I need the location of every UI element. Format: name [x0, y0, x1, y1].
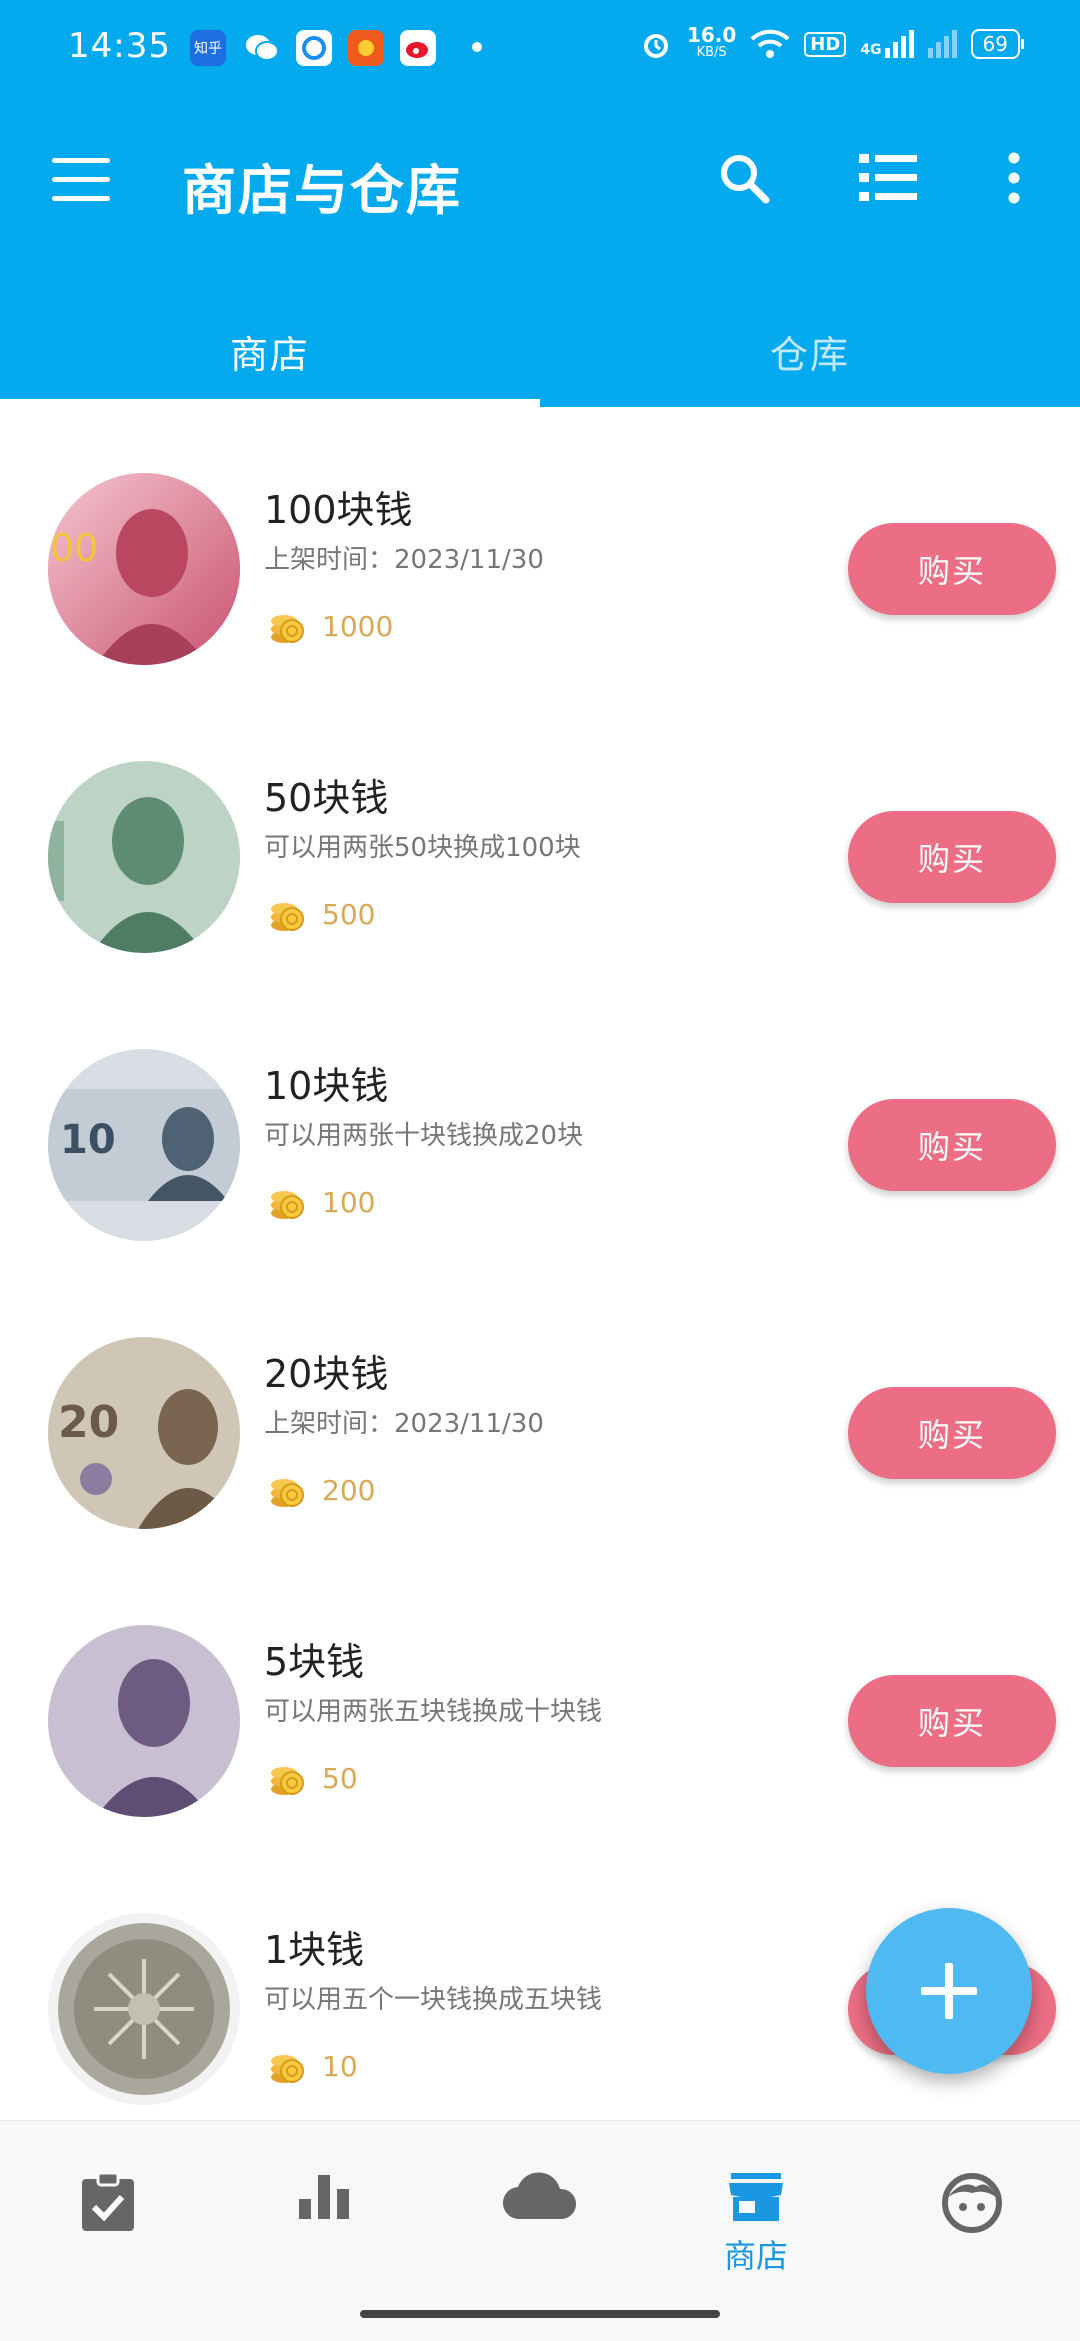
- item-price: 10: [322, 2049, 358, 2083]
- app-bar: 商店与仓库: [0, 96, 1080, 266]
- weibo-icon: [400, 30, 436, 66]
- item-price-row: 100: [270, 1183, 375, 1221]
- item-thumbnail: 20: [48, 1337, 240, 1529]
- buy-button[interactable]: 购买: [848, 523, 1056, 615]
- task-check-icon: [82, 2171, 134, 2231]
- coin-icon: [271, 1479, 304, 1507]
- item-desc: 上架时间：2023/11/30: [264, 1409, 544, 1439]
- alarm-icon: [643, 34, 668, 58]
- add-item-fab[interactable]: [866, 1908, 1032, 2074]
- zhihu-label: 知乎: [194, 41, 222, 57]
- bottom-nav: 商店: [0, 2120, 1080, 2341]
- list-item[interactable]: 20 20块钱 上架时间：2023/11/30 200 购买: [0, 1271, 1080, 1559]
- buy-button[interactable]: 购买: [848, 1387, 1056, 1479]
- item-price-row: 10: [270, 2047, 358, 2085]
- page-title: 商店与仓库: [182, 159, 462, 222]
- item-price: 500: [322, 897, 376, 931]
- wifi-icon: [750, 29, 790, 58]
- item-thumbnail: 00: [48, 473, 240, 665]
- cloud-icon: [502, 2172, 577, 2220]
- list-item[interactable]: 50块钱 可以用两张50块换成100块 500 购买: [0, 695, 1080, 983]
- coin-icon: [271, 1191, 304, 1219]
- nav-shop[interactable]: 商店: [696, 2171, 816, 2281]
- nav-cloud[interactable]: [480, 2171, 600, 2281]
- coin-icon: [271, 903, 304, 931]
- search-icon[interactable]: [708, 142, 780, 214]
- taobao-icon: [348, 30, 384, 66]
- more-vert-icon[interactable]: [978, 142, 1050, 214]
- item-price: 200: [322, 1473, 376, 1507]
- network-speed: 16.0 KB/S: [686, 23, 737, 62]
- menu-icon[interactable]: [52, 158, 112, 202]
- status-right: 16.0 KB/S HD 4G 69: [639, 23, 1025, 62]
- item-thumbnail: [48, 1625, 240, 1817]
- battery-indicator: 69: [970, 29, 1025, 59]
- item-price: 100: [322, 1185, 376, 1219]
- item-thumbnail: [48, 1913, 240, 2105]
- svg-text:10: 10: [60, 1117, 116, 1163]
- nav-tasks[interactable]: [48, 2171, 168, 2281]
- item-name: 20块钱: [264, 1352, 389, 1396]
- nav-shop-label: 商店: [723, 2237, 788, 2275]
- item-thumbnail: [48, 761, 240, 953]
- nav-stats[interactable]: [264, 2171, 384, 2281]
- signal-2-icon: [927, 30, 957, 58]
- svg-text:20: 20: [58, 1397, 119, 1448]
- hd-badge: HD: [804, 31, 847, 57]
- item-desc: 可以用两张五块钱换成十块钱: [264, 1697, 603, 1727]
- tab-bar: 商店 仓库: [0, 296, 1080, 407]
- item-name: 1块钱: [264, 1928, 365, 1972]
- list-item[interactable]: 5块钱 可以用两张五块钱换成十块钱 50 购买: [0, 1559, 1080, 1847]
- status-time: 14:35: [68, 26, 171, 66]
- tab-shop[interactable]: 商店: [0, 296, 540, 407]
- wechat-icon: [244, 30, 280, 66]
- bar-chart-icon: [299, 2175, 349, 2219]
- signal-icon: 4G: [860, 30, 914, 58]
- item-thumbnail: 10: [48, 1049, 240, 1241]
- item-name: 10块钱: [264, 1064, 389, 1108]
- item-name: 50块钱: [264, 776, 389, 820]
- top-bar: 14:35 知乎 16.0 KB/S HD 4G 69 商店与仓库 商店 仓库: [0, 0, 1080, 407]
- list-item[interactable]: 10 10块钱 可以用两张十块钱换成20块 100 购买: [0, 983, 1080, 1271]
- face-icon: [942, 2173, 1002, 2233]
- home-indicator[interactable]: [360, 2310, 720, 2318]
- coin-icon: [271, 2055, 304, 2083]
- coin-icon: [271, 615, 304, 643]
- network-type: 4G: [860, 42, 882, 58]
- store-icon: [729, 2173, 783, 2221]
- item-desc: 上架时间：2023/11/30: [264, 545, 544, 575]
- item-price-row: 1000: [270, 607, 393, 645]
- plus-icon: [921, 1963, 977, 2019]
- speed-unit: KB/S: [696, 45, 727, 60]
- item-desc: 可以用两张十块钱换成20块: [264, 1121, 584, 1151]
- qq-browser-icon: [296, 30, 332, 66]
- list-item[interactable]: 00 100块钱 上架时间：2023/11/30 1000 购买: [0, 407, 1080, 695]
- item-price-row: 500: [270, 895, 375, 933]
- status-bar: 14:35 知乎 16.0 KB/S HD 4G 69: [0, 0, 1080, 96]
- buy-button[interactable]: 购买: [848, 1675, 1056, 1767]
- buy-button[interactable]: 购买: [848, 1099, 1056, 1191]
- zhihu-app-icon: 知乎: [190, 30, 226, 66]
- coin-icon: [271, 1767, 304, 1795]
- tab-warehouse[interactable]: 仓库: [540, 296, 1080, 407]
- item-desc: 可以用五个一块钱换成五块钱: [264, 1985, 603, 2015]
- item-price-row: 200: [270, 1471, 375, 1509]
- buy-button[interactable]: 购买: [848, 811, 1056, 903]
- list-icon[interactable]: [852, 142, 924, 214]
- item-desc: 可以用两张50块换成100块: [264, 833, 581, 863]
- nav-profile[interactable]: [912, 2171, 1032, 2281]
- notification-dot: [472, 42, 482, 52]
- item-price: 50: [322, 1761, 358, 1795]
- item-price: 1000: [322, 609, 394, 643]
- svg-text:00: 00: [50, 526, 98, 570]
- item-price-row: 50: [270, 1759, 358, 1797]
- shop-item-list: 00 100块钱 上架时间：2023/11/30 1000 购买 50块钱 可以…: [0, 407, 1080, 2120]
- speed-value: 16.0: [686, 23, 737, 47]
- item-name: 5块钱: [264, 1640, 365, 1684]
- item-name: 100块钱: [264, 488, 413, 532]
- battery-level: 69: [982, 32, 1008, 56]
